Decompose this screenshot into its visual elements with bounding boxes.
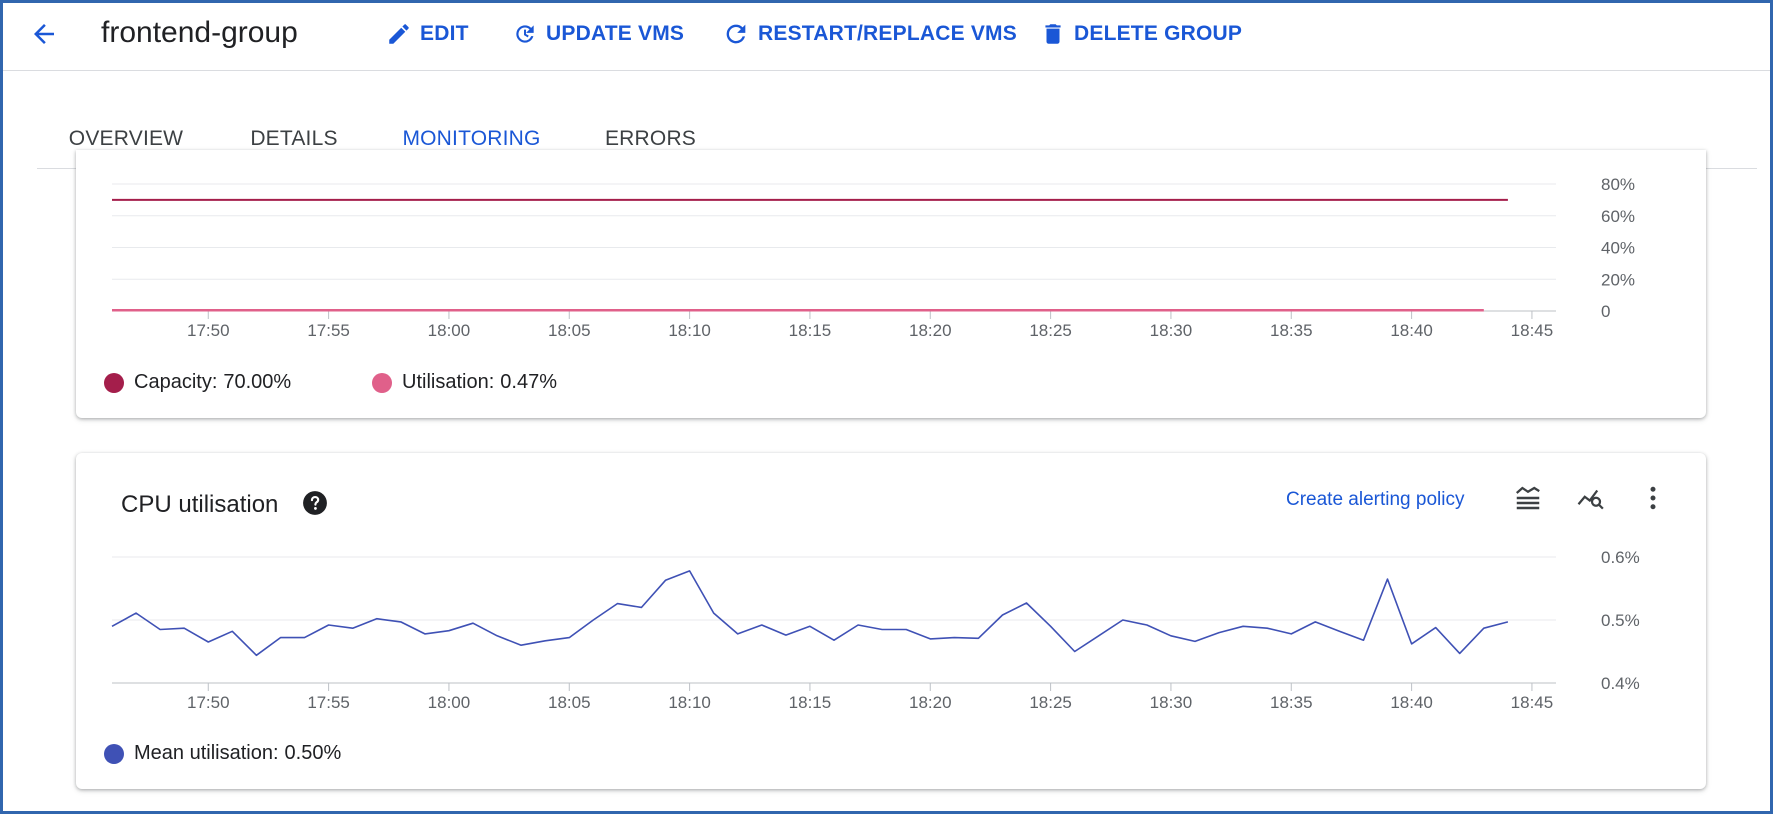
refresh-icon [726,24,746,44]
x-tick-label: 18:30 [1150,321,1193,340]
capacity-legend-value: 70.00% [223,371,292,393]
x-tick-label: 17:50 [187,321,230,340]
utilisation-legend-label: Utilisation: [402,371,495,393]
x-tick-label: 18:15 [789,693,832,712]
x-tick-label: 18:00 [428,321,471,340]
utilisation-legend-value: 0.47% [500,371,557,393]
arrow-back-icon [34,24,54,44]
update-icon [516,25,534,43]
y-tick-label: 0.4% [1601,674,1640,693]
x-tick-label: 18:40 [1390,321,1433,340]
update-vms-button[interactable]: UPDATE VMS [512,18,684,50]
top-bar: frontend-group EDIT UPDATE VMS RESTART/R… [0,0,1773,71]
x-tick-label: 18:35 [1270,693,1313,712]
mean-utilisation-legend-value: 0.50% [284,742,342,764]
utilisation-legend-item: Utilisation: 0.47% [372,371,557,394]
delete-group-label: DELETE GROUP [1074,22,1243,45]
page-title: frontend-group [101,16,298,49]
y-tick-label: 0.5% [1601,611,1640,630]
y-tick-label: 80% [1601,175,1635,194]
restart-replace-vms-label: RESTART/REPLACE VMS [758,22,1017,45]
x-tick-label: 18:20 [909,321,952,340]
trash-icon [1045,24,1061,44]
mean-utilisation-swatch [104,743,124,764]
y-tick-label: 20% [1601,270,1635,289]
x-tick-label: 18:20 [909,693,952,712]
capacity-legend-item: Capacity: 70.00% [104,371,291,394]
x-tick-label: 18:10 [668,321,711,340]
cpu-utilisation-card: CPU utilisation Create alerting policy 0… [76,453,1706,789]
y-tick-label: 0.6% [1601,548,1640,567]
pencil-icon [389,24,409,44]
x-tick-label: 18:40 [1390,693,1433,712]
restart-replace-vms-button[interactable]: RESTART/REPLACE VMS [722,18,1017,50]
capacity-chart: 0 20% 40% 60% 80% 17:50 17:55 18:00 18:05 18:10 18… [112,175,1635,340]
y-tick-label: 0 [1601,302,1610,321]
x-tick-label: 18:30 [1150,693,1193,712]
capacity-legend-label: Capacity: [134,371,218,393]
cpu-chart: 0.4% 0.5% 0.6% 17:50 17:55 18:00 18:05 18:10 18:… [111,548,1640,712]
mean-utilisation-legend-item: Mean utilisation: 0.50% [104,742,341,765]
edit-label: EDIT [420,22,469,45]
capacity-swatch [104,372,124,393]
utilisation-swatch [372,372,392,393]
x-tick-label: 18:00 [428,693,471,712]
x-tick-label: 18:05 [548,321,591,340]
x-tick-label: 18:05 [548,693,591,712]
x-tick-label: 18:35 [1270,321,1313,340]
x-tick-label: 18:25 [1029,321,1072,340]
mean-utilisation-legend-label: Mean utilisation: [134,742,279,764]
x-tick-label: 18:25 [1029,693,1072,712]
x-tick-label: 18:45 [1511,321,1554,340]
update-vms-label: UPDATE VMS [546,22,685,45]
x-tick-label: 18:10 [668,693,711,712]
capacity-chart-card: 0 20% 40% 60% 80% 17:50 17:55 18:00 18:05 18:10 18… [76,150,1706,418]
x-tick-label: 17:55 [307,693,350,712]
x-tick-label: 18:15 [789,321,832,340]
x-tick-label: 17:55 [307,321,350,340]
edit-button[interactable]: EDIT [386,18,469,50]
x-tick-label: 17:50 [187,693,230,712]
delete-group-button[interactable]: DELETE GROUP [1040,18,1242,50]
back-button[interactable] [22,14,66,54]
y-tick-label: 60% [1601,207,1635,226]
mean-utilisation-line [111,570,1509,657]
x-tick-label: 18:45 [1511,693,1554,712]
y-tick-label: 40% [1601,239,1635,258]
